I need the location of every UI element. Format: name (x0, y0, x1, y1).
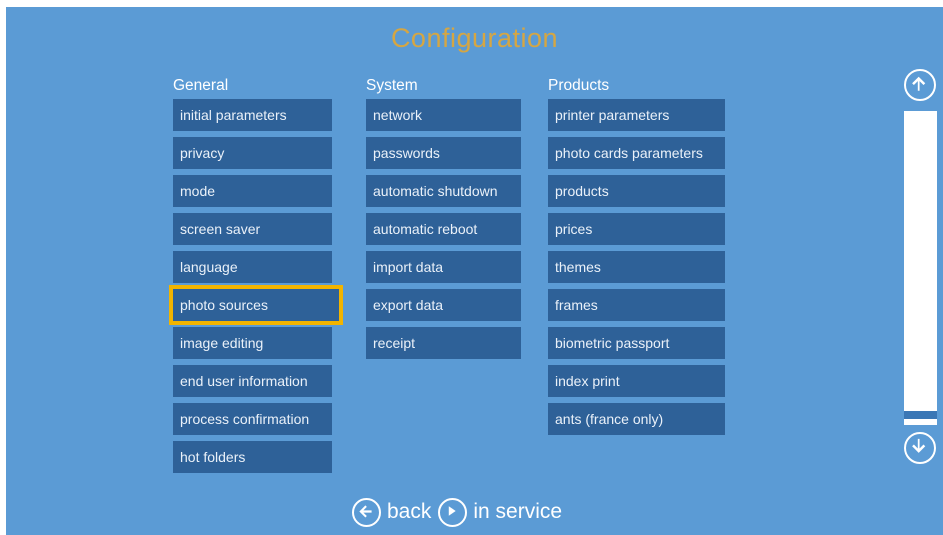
scroll-down-button[interactable] (904, 432, 936, 464)
back-button[interactable]: back (352, 497, 432, 527)
passwords-button[interactable]: passwords (366, 137, 521, 169)
products-column: Products printer parameters photo cards … (548, 75, 725, 441)
arrow-up-circle-icon (912, 76, 926, 91)
system-column: System network passwords automatic shutd… (366, 75, 521, 365)
photo-cards-parameters-button[interactable]: photo cards parameters (548, 137, 725, 169)
export-data-button[interactable]: export data (366, 289, 521, 321)
scrollbar-thumb[interactable] (904, 411, 937, 419)
products-button[interactable]: products (548, 175, 725, 207)
in-service-button[interactable]: in service (438, 497, 563, 527)
image-editing-button[interactable]: image editing (173, 327, 332, 359)
language-button[interactable]: language (173, 251, 332, 283)
process-confirmation-button[interactable]: process confirmation (173, 403, 332, 435)
hot-folders-button[interactable]: hot folders (173, 441, 332, 473)
page-title: Configuration (390, 23, 559, 53)
arrow-left-circle-icon (352, 497, 381, 527)
frames-button[interactable]: frames (548, 289, 725, 321)
general-header: General (173, 77, 229, 94)
biometric-passport-button[interactable]: biometric passport (548, 327, 725, 359)
screen-saver-button[interactable]: screen saver (173, 213, 332, 245)
scroll-up-button[interactable] (904, 69, 936, 101)
system-header: System (366, 77, 418, 94)
index-print-button[interactable]: index print (548, 365, 725, 397)
back-label: back (387, 500, 432, 523)
end-user-information-button[interactable]: end user information (173, 365, 332, 397)
products-header: Products (548, 77, 610, 94)
import-data-button[interactable]: import data (366, 251, 521, 283)
play-circle-icon (438, 497, 468, 527)
mode-button[interactable]: mode (173, 175, 332, 207)
initial-parameters-button[interactable]: initial parameters (173, 99, 332, 131)
network-button[interactable]: network (366, 99, 521, 131)
configuration-screen: Configuration General initial parameters… (6, 7, 943, 535)
footer: back in service (352, 495, 569, 529)
receipt-button[interactable]: receipt (366, 327, 521, 359)
photo-sources-button[interactable]: photo sources (169, 285, 343, 325)
in-service-label: in service (473, 500, 563, 523)
themes-button[interactable]: themes (548, 251, 725, 283)
automatic-shutdown-button[interactable]: automatic shutdown (366, 175, 521, 207)
automatic-reboot-button[interactable]: automatic reboot (366, 213, 521, 245)
ants-france-only-button[interactable]: ants (france only) (548, 403, 725, 435)
general-column: General initial parameters privacy mode … (169, 75, 343, 479)
prices-button[interactable]: prices (548, 213, 725, 245)
printer-parameters-button[interactable]: printer parameters (548, 99, 725, 131)
scrollbar-track[interactable] (904, 111, 937, 425)
privacy-button[interactable]: privacy (173, 137, 332, 169)
arrow-down-circle-icon (912, 438, 926, 453)
